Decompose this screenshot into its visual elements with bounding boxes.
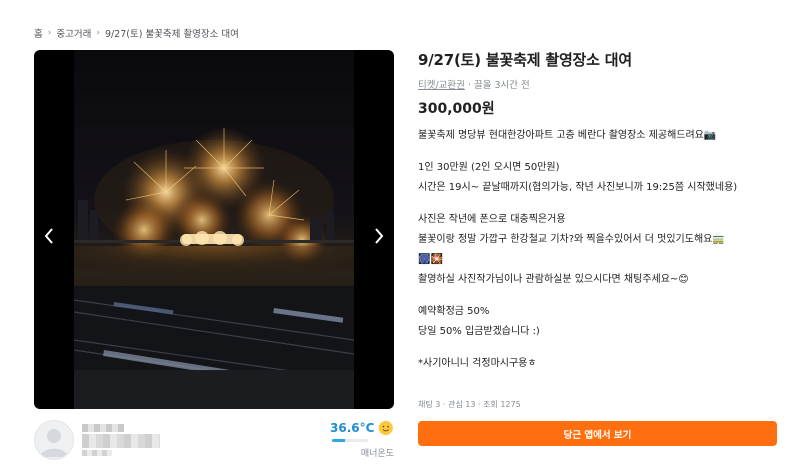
avatar[interactable] (34, 420, 74, 460)
item-price: 300,000원 (418, 101, 495, 117)
seller-nickname-redacted (82, 424, 124, 432)
item-meta: 티켓/교환권 · 끌올 3시간 전 (418, 77, 530, 91)
description-line: 1인 30만원 (2인 오시면 50만원) (418, 162, 560, 173)
temperature-bar-fill (332, 439, 346, 442)
description-line: 불꽃축제 명당뷰 현대한강아파트 고층 베란다 촬영장소 제공해드려요📷 (418, 130, 717, 141)
breadcrumb-home-link[interactable]: 홈 (34, 26, 43, 40)
description-line: 당일 50% 입금받겠습니다 :) (418, 326, 540, 337)
gallery-next-button[interactable] (372, 228, 386, 244)
manner-temperature[interactable]: 36.6°C (330, 420, 394, 442)
smile-icon (379, 420, 394, 436)
temperature-value: 36.6°C (330, 421, 375, 435)
category-link[interactable]: 티켓/교환권 (418, 80, 465, 91)
description-line: 예약확정금 50% (418, 306, 490, 317)
chevron-right-icon: › (47, 28, 52, 38)
description-line: 촬영하실 사진작가님이나 관람하실분 있으시다면 채팅주세요~😊 (418, 274, 689, 285)
image-gallery[interactable] (34, 50, 394, 409)
fireworks-photo (74, 50, 354, 409)
default-avatar-icon (40, 429, 68, 457)
temperature-bar (332, 439, 368, 442)
breadcrumb: 홈 › 중고거래 › 9/27(토) 불꽃축제 촬영장소 대여 (34, 26, 239, 40)
seller-region-redacted (82, 450, 112, 456)
description-line: 불꽃이랑 정말 가깝구 한강철교 기차?와 찍을수있어서 더 멋있기도해요🚃 (418, 234, 725, 245)
item-description: 불꽃축제 명당뷰 현대한강아파트 고층 베란다 촬영장소 제공해드려요📷 1인 3… (418, 126, 780, 374)
description-line: 🎆🎇 (418, 254, 443, 265)
seller-profile: 36.6°C 매너온도 (34, 418, 394, 460)
chevron-right-icon (375, 228, 384, 244)
item-stats: 채팅 3 · 관심 13 · 조회 1275 (418, 400, 521, 409)
breadcrumb-current: 9/27(토) 불꽃축제 촬영장소 대여 (104, 29, 239, 40)
chevron-left-icon (44, 228, 53, 244)
description-line: *사기아니니 걱정마시구용ㅎ (418, 358, 537, 369)
breadcrumb-category-link[interactable]: 중고거래 (56, 26, 91, 40)
gallery-prev-button[interactable] (42, 228, 56, 244)
description-line: 사진은 작년에 폰으로 대충찍은거용 (418, 214, 566, 225)
open-in-app-button[interactable]: 당근 앱에서 보기 (418, 421, 777, 446)
temperature-label[interactable]: 매너온도 (361, 446, 394, 459)
time-ago: · 끌올 3시간 전 (467, 80, 530, 91)
chevron-right-icon: › (96, 28, 100, 38)
description-line: 시간은 19시~ 끝날때까지(협의가능, 작년 사진보니까 19:25쯤 시작했… (418, 182, 738, 193)
item-title: 9/27(토) 불꽃축제 촬영장소 대여 (418, 51, 632, 69)
seller-name-redacted (82, 434, 160, 448)
